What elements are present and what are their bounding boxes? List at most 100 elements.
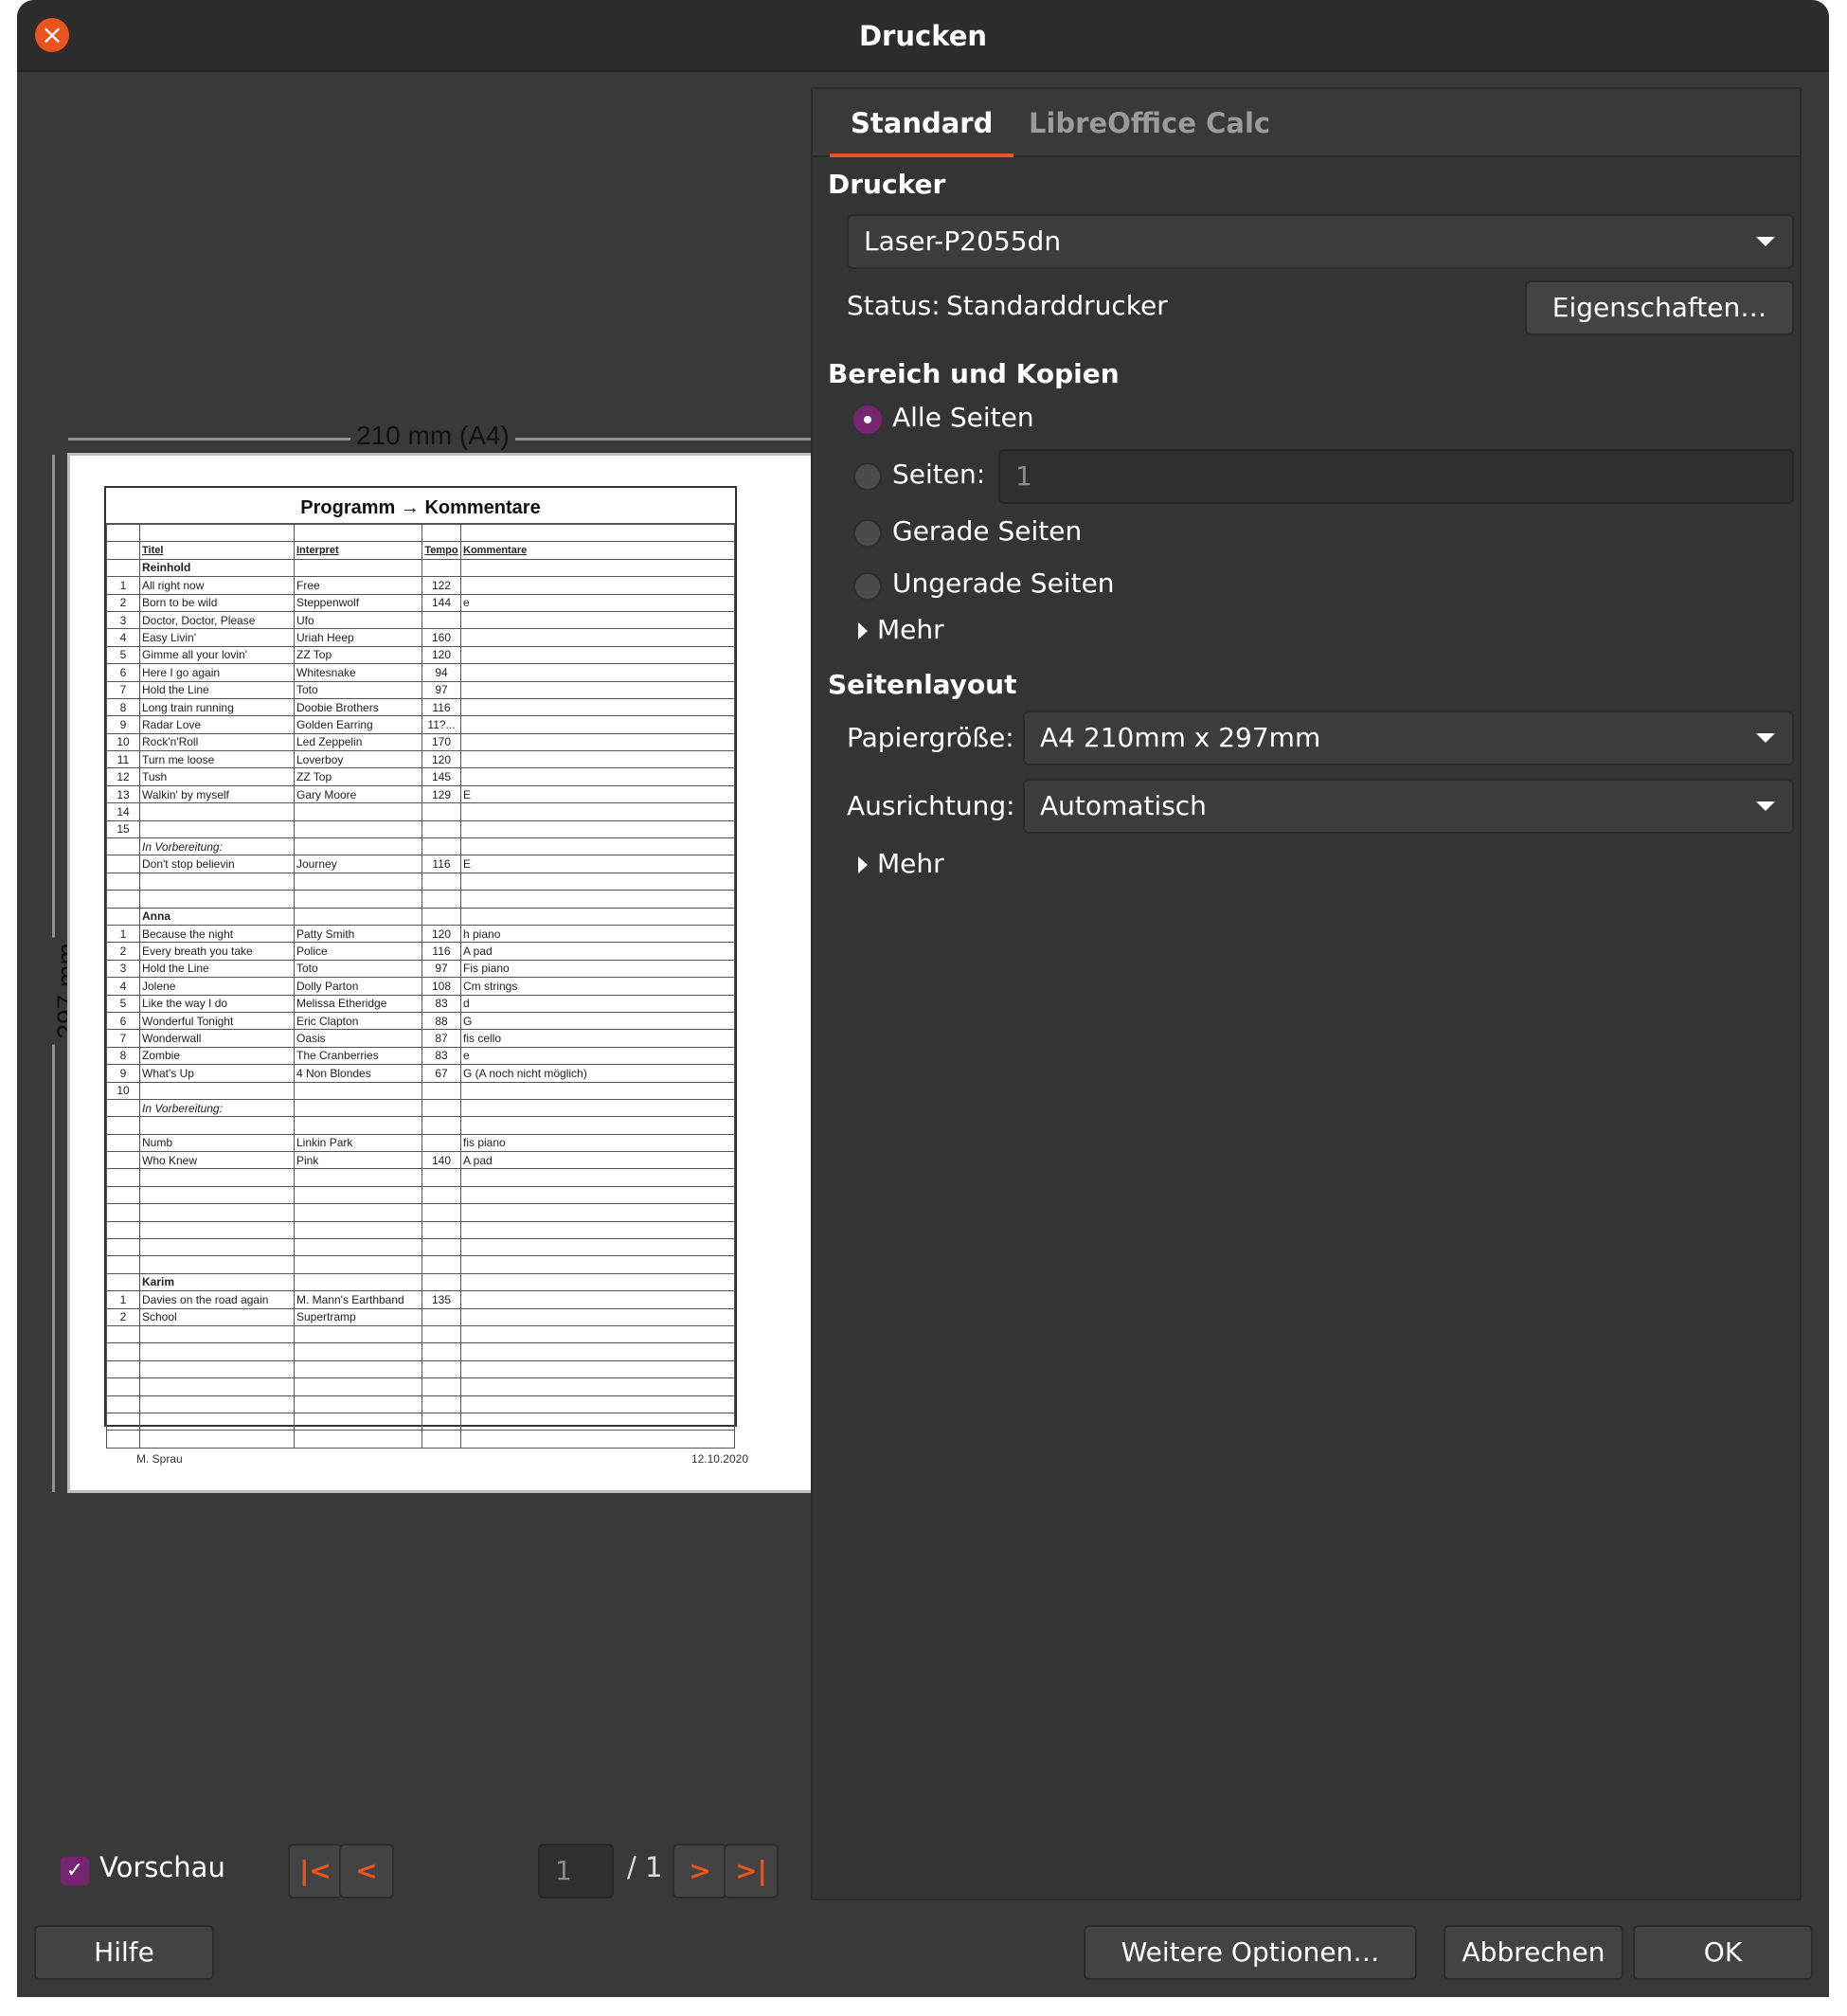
table-cell: [460, 523, 735, 543]
table-row: 2 Born to be wild Steppenwolf 144 e: [106, 593, 735, 612]
table-cell: Numb: [139, 1133, 295, 1153]
table-cell: [421, 1342, 461, 1361]
table-row: [106, 1203, 735, 1222]
table-cell: 116: [421, 697, 461, 717]
tab-standard[interactable]: Standard: [829, 89, 1014, 157]
spreadsheet-preview: Programm → Kommentare Titel Interpret Temp…: [104, 486, 737, 1449]
table-cell: [106, 1255, 140, 1274]
table-cell: 87: [421, 1029, 461, 1048]
next-page-icon[interactable]: >: [672, 1844, 727, 1899]
table-row: 12 Tush ZZ Top 145: [106, 767, 735, 786]
previous-page-icon[interactable]: <: [339, 1844, 394, 1899]
table-cell: 97: [421, 680, 461, 699]
table-cell: 116: [421, 855, 461, 873]
table-cell: [106, 1324, 140, 1344]
table-row: [106, 1359, 735, 1379]
table-cell: Led Zeppelin: [294, 732, 422, 752]
preview-checkbox[interactable]: ✓: [61, 1857, 89, 1885]
table-cell: M. Mann's Earthband: [294, 1290, 422, 1309]
odd-pages-radio[interactable]: [853, 572, 882, 601]
table-row: [106, 1116, 735, 1135]
table-cell: Tush: [139, 767, 295, 786]
table-cell: All right now: [139, 576, 295, 595]
table-cell: What's Up: [139, 1064, 295, 1083]
table-cell: Because the night: [139, 924, 295, 944]
table-row: Reinhold: [106, 558, 735, 578]
table-cell: [294, 1272, 422, 1292]
expand-right-icon[interactable]: [858, 856, 868, 873]
page-number-input[interactable]: 1: [538, 1844, 614, 1899]
table-cell: ZZ Top: [294, 645, 422, 665]
table-row: 14: [106, 802, 735, 821]
table-cell: Davies on the road again: [139, 1290, 295, 1309]
table-cell: Dolly Parton: [294, 977, 422, 996]
pages-radio[interactable]: [853, 462, 882, 491]
printer-select[interactable]: Laser-P2055dn: [847, 214, 1794, 269]
table-cell: [106, 1098, 140, 1118]
expand-right-icon[interactable]: [858, 622, 868, 639]
table-cell: [460, 697, 735, 717]
table-row: [106, 1168, 735, 1187]
table-cell: 4: [106, 628, 140, 647]
range-more-expander[interactable]: Mehr: [877, 614, 944, 645]
help-button[interactable]: Hilfe: [34, 1925, 214, 1980]
table-cell: [421, 819, 461, 839]
cancel-button[interactable]: Abbrechen: [1444, 1925, 1623, 1980]
table-cell: Don't stop believin: [139, 855, 295, 873]
table-cell: [460, 1272, 735, 1292]
table-cell: Eric Clapton: [294, 1011, 422, 1031]
table-cell: [294, 558, 422, 578]
table-row: [106, 1255, 735, 1274]
table-cell: Interpret: [294, 541, 422, 560]
all-pages-radio[interactable]: [853, 405, 882, 434]
table-row: [106, 1412, 735, 1431]
pages-input[interactable]: 1: [998, 449, 1794, 504]
table-cell: 3: [106, 610, 140, 630]
table-cell: [460, 907, 735, 926]
table-row: [106, 872, 735, 891]
table-cell: [139, 802, 295, 821]
properties-button[interactable]: Eigenschaften…: [1525, 280, 1794, 335]
table-row: 11 Turn me loose Loverboy 120: [106, 750, 735, 769]
table-cell: 116: [421, 942, 461, 961]
table-cell: Kommentare: [460, 541, 735, 560]
last-page-icon[interactable]: >|: [724, 1844, 779, 1899]
table-cell: [460, 1116, 735, 1135]
table-cell: [106, 558, 140, 578]
table-cell: [106, 855, 140, 873]
table-cell: 5: [106, 994, 140, 1013]
table-cell: [106, 1220, 140, 1240]
table-cell: [106, 1430, 140, 1449]
table-cell: [460, 1185, 735, 1205]
even-pages-label: Gerade Seiten: [892, 515, 1083, 547]
tab-libreoffice-calc[interactable]: LibreOffice Calc: [1029, 89, 1270, 157]
first-page-icon[interactable]: |<: [288, 1844, 343, 1899]
table-row: [106, 1377, 735, 1396]
footer-author: M. Sprau: [136, 1452, 183, 1466]
table-cell: Melissa Etheridge: [294, 994, 422, 1013]
table-cell: [460, 1377, 735, 1396]
table-cell: In Vorbereitung:: [139, 1098, 295, 1118]
table-cell: Here I go again: [139, 663, 295, 682]
paper-size-select[interactable]: A4 210mm x 297mm: [1023, 711, 1794, 765]
sheet-table: Titel Interpret Tempo Kommentare Reinhold 1 Al…: [106, 523, 735, 1449]
table-cell: [106, 1203, 140, 1222]
table-cell: Whitesnake: [294, 663, 422, 682]
table-cell: [139, 819, 295, 839]
orientation-select[interactable]: Automatisch: [1023, 779, 1794, 834]
even-pages-radio[interactable]: [853, 519, 882, 548]
table-row: In Vorbereitung:: [106, 837, 735, 856]
table-row: 9 What's Up 4 Non Blondes 67 G (A noch nicht…: [106, 1064, 735, 1083]
layout-more-expander[interactable]: Mehr: [877, 848, 944, 879]
table-row: 1 Because the night Patty Smith 120 h piano: [106, 924, 735, 944]
table-cell: 2: [106, 1307, 140, 1326]
table-cell: Supertramp: [294, 1307, 422, 1326]
more-options-button[interactable]: Weitere Optionen…: [1084, 1925, 1417, 1980]
table-cell: [294, 1220, 422, 1240]
table-cell: [294, 907, 422, 926]
table-cell: [294, 1359, 422, 1379]
table-cell: [421, 1185, 461, 1205]
ok-button[interactable]: OK: [1633, 1925, 1813, 1980]
table-cell: 8: [106, 1046, 140, 1066]
table-row: 7 Hold the Line Toto 97: [106, 680, 735, 699]
